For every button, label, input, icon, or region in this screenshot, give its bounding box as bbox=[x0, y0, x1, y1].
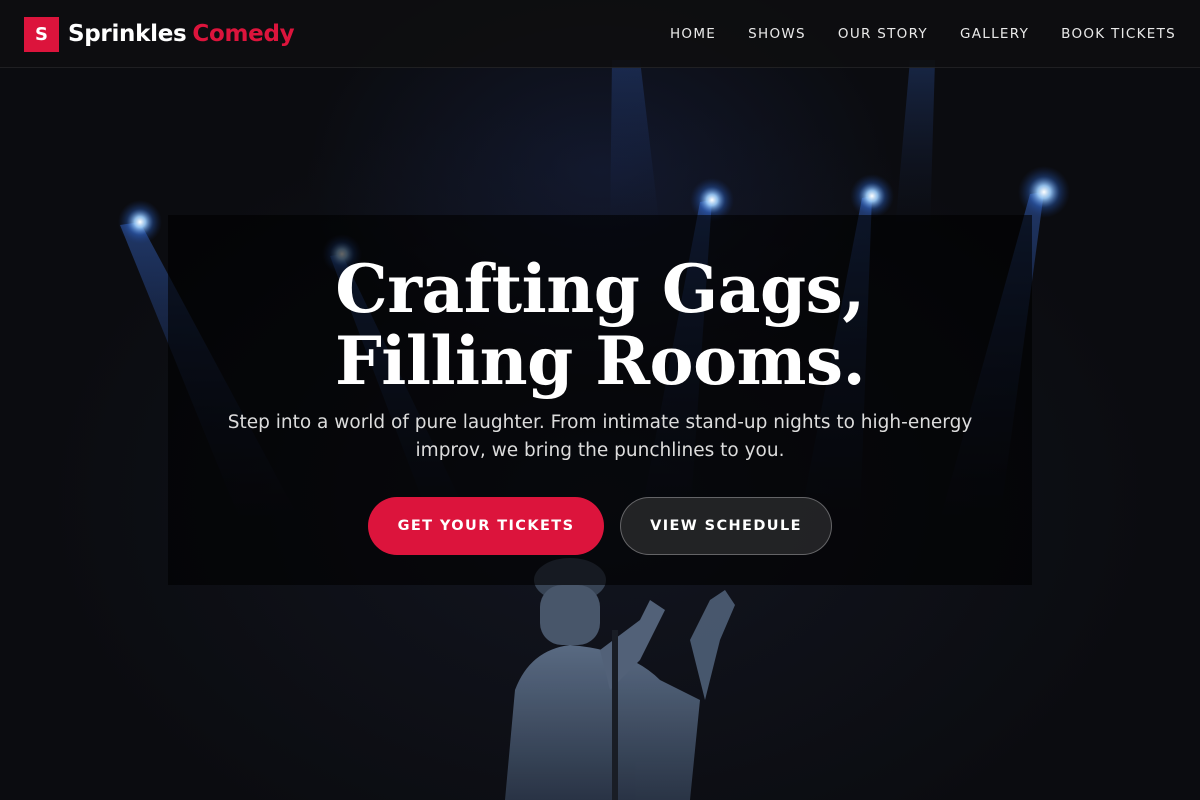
brand-name-first: Sprinkles bbox=[68, 21, 187, 47]
nav-link-our-story[interactable]: OUR STORY bbox=[838, 26, 928, 42]
nav-link-gallery[interactable]: GALLERY bbox=[960, 26, 1029, 42]
nav-link-shows[interactable]: SHOWS bbox=[748, 26, 806, 42]
hero-title-line-2: Filling Rooms. bbox=[334, 322, 866, 400]
hero-panel: Crafting Gags, Filling Rooms. Step into … bbox=[168, 215, 1032, 585]
view-schedule-button[interactable]: VIEW SCHEDULE bbox=[620, 497, 832, 555]
hero-title: Crafting Gags, Filling Rooms. bbox=[168, 253, 1032, 397]
site-logo[interactable]: S Sprinkles Comedy bbox=[24, 16, 295, 52]
logo-wordmark: Sprinkles Comedy bbox=[68, 21, 295, 47]
get-tickets-button[interactable]: GET YOUR TICKETS bbox=[368, 497, 604, 555]
site-header: S Sprinkles Comedy HOME SHOWS OUR STORY G… bbox=[0, 0, 1200, 68]
hero-cta-group: GET YOUR TICKETS VIEW SCHEDULE bbox=[168, 497, 1032, 555]
nav-link-home[interactable]: HOME bbox=[670, 26, 716, 42]
main-navigation: HOME SHOWS OUR STORY GALLERY BOOK TICKET… bbox=[638, 0, 1176, 68]
nav-link-book-tickets[interactable]: BOOK TICKETS bbox=[1061, 26, 1176, 42]
hero-subtitle: Step into a world of pure laughter. From… bbox=[227, 412, 973, 461]
hero-title-line-1: Crafting Gags, bbox=[335, 250, 865, 328]
logo-mark: S bbox=[24, 16, 59, 52]
brand-name-second: Comedy bbox=[192, 21, 295, 47]
